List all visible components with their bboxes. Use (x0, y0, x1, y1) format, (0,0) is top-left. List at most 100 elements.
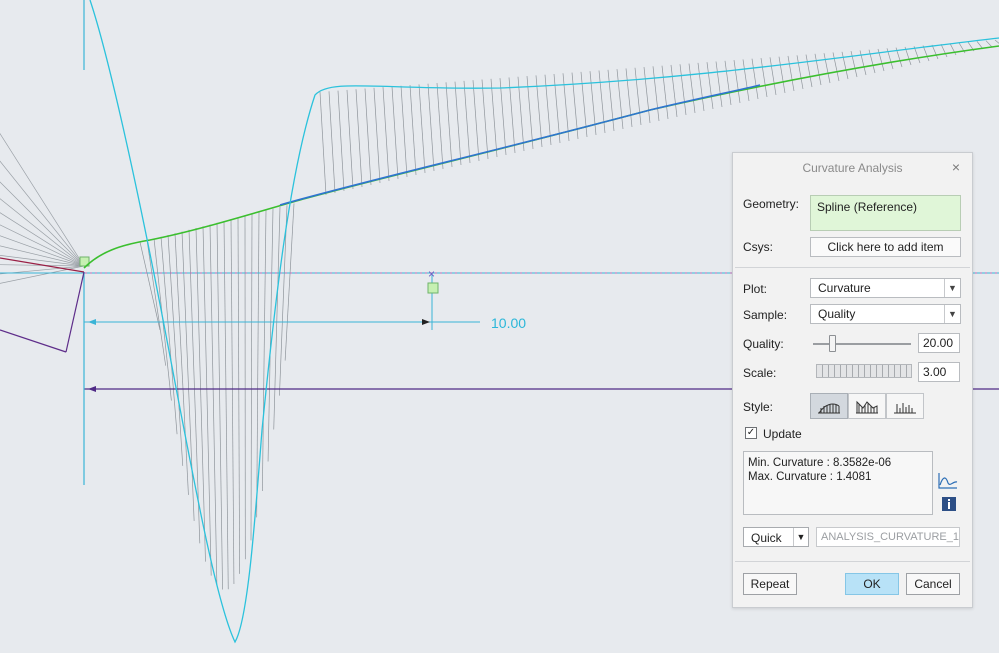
comb-line (931, 44, 939, 60)
comb-line (188, 229, 201, 544)
comb-line (279, 205, 288, 396)
comb-line (237, 217, 240, 574)
comb-line (670, 64, 678, 118)
style-porcupine-button[interactable] (810, 393, 848, 419)
comb-line (436, 82, 444, 170)
comb-line (481, 79, 489, 160)
comb-line (337, 90, 345, 192)
comb-line (0, 224, 85, 267)
comb-line (181, 231, 195, 521)
geometry-label: Geometry: (743, 197, 800, 211)
comb-line (0, 198, 85, 267)
comb-line (634, 67, 642, 126)
quality-slider-track[interactable] (813, 343, 911, 345)
scale-input[interactable]: 3.00 (918, 362, 960, 382)
comb-line (328, 91, 336, 194)
comb-line (616, 69, 624, 130)
comb-line (0, 132, 85, 267)
comb-line (230, 219, 235, 584)
update-checkbox[interactable]: ✓ (745, 427, 757, 439)
comb-line (697, 62, 705, 112)
comb-line (216, 222, 223, 590)
style-label: Style: (743, 400, 774, 414)
csys-collector[interactable]: Click here to add item (810, 237, 961, 257)
cancel-button[interactable]: Cancel (906, 573, 960, 595)
geometry-collector[interactable]: Spline (Reference) (810, 195, 961, 231)
comb-line (760, 57, 768, 98)
comb-line (223, 220, 229, 590)
scale-label: Scale: (743, 366, 777, 380)
dropdown-arrow-icon[interactable]: ▼ (944, 279, 960, 297)
comb-line (922, 45, 930, 62)
purple-sketch-segment (0, 271, 85, 353)
separator (735, 267, 970, 268)
analysis-name-field[interactable]: ANALYSIS_CURVATURE_1 (816, 527, 960, 547)
sample-label: Sample: (743, 308, 788, 322)
comb-line (805, 54, 813, 88)
sample-select[interactable]: Quality ▼ (810, 304, 961, 324)
style-filled-button[interactable] (848, 393, 886, 419)
comb-line (373, 87, 381, 184)
geometry-value: Spline (Reference) (817, 200, 918, 214)
comb-line (427, 83, 435, 172)
comb-line (652, 66, 660, 122)
comb-line (454, 81, 462, 166)
comb-line (355, 89, 363, 188)
quality-label: Quality: (743, 337, 784, 351)
quick-value: Quick (751, 531, 782, 545)
comb-line (400, 85, 408, 178)
comb-line (724, 60, 732, 106)
results-box: Min. Curvature : 8.3582e-06 Max. Curvatu… (743, 451, 933, 515)
csys-label: Csys: (743, 240, 773, 254)
close-icon[interactable]: × (948, 159, 964, 175)
comb-line (0, 160, 85, 267)
comb-line (679, 64, 687, 116)
quick-select[interactable]: Quick ▼ (743, 527, 809, 547)
comb-line (0, 181, 85, 267)
plot-select[interactable]: Curvature ▼ (810, 278, 961, 298)
info-icon[interactable] (942, 497, 956, 511)
quality-input[interactable]: 20.00 (918, 333, 960, 353)
repeat-button[interactable]: Repeat (743, 573, 797, 595)
comb-line (472, 80, 480, 162)
comb-line (418, 84, 426, 174)
plot-label: Plot: (743, 282, 768, 296)
comb-line (625, 68, 633, 128)
style-bars-icon (894, 403, 916, 414)
comb-line (814, 53, 822, 86)
quality-slider-thumb[interactable] (829, 335, 836, 352)
scale-thumbwheel[interactable] (816, 364, 912, 378)
comb-line (715, 61, 723, 108)
comb-line (409, 85, 417, 176)
comb-line (319, 91, 327, 196)
comb-line (841, 51, 849, 80)
dropdown-arrow-icon[interactable]: ▼ (944, 305, 960, 323)
comb-line (445, 82, 453, 168)
style-porcupine-icon (818, 403, 840, 414)
comb-line (0, 245, 85, 267)
graph-icon[interactable] (937, 471, 959, 491)
comb-line (688, 63, 696, 114)
comb-line (0, 212, 85, 267)
comb-line (769, 57, 777, 96)
comb-line (985, 40, 993, 48)
style-bars-button[interactable] (886, 393, 924, 419)
comb-line (661, 65, 669, 120)
dimension-value[interactable]: 10.00 (491, 315, 526, 331)
comb-line (209, 224, 218, 586)
comb-line (346, 89, 354, 190)
comb-line (499, 78, 507, 156)
update-label: Update (763, 427, 802, 441)
separator (735, 561, 970, 562)
comb-line (0, 265, 85, 275)
max-curvature-text: Max. Curvature : 1.4081 (748, 471, 872, 483)
comb-line (517, 76, 525, 152)
dropdown-arrow-icon[interactable]: ▼ (793, 528, 808, 546)
cross-marker: × (428, 267, 435, 281)
comb-line (382, 87, 390, 182)
comb-line (823, 53, 831, 84)
comb-line (787, 55, 795, 92)
comb-line (796, 55, 804, 90)
comb-line (553, 73, 561, 144)
ok-button[interactable]: OK (845, 573, 899, 595)
